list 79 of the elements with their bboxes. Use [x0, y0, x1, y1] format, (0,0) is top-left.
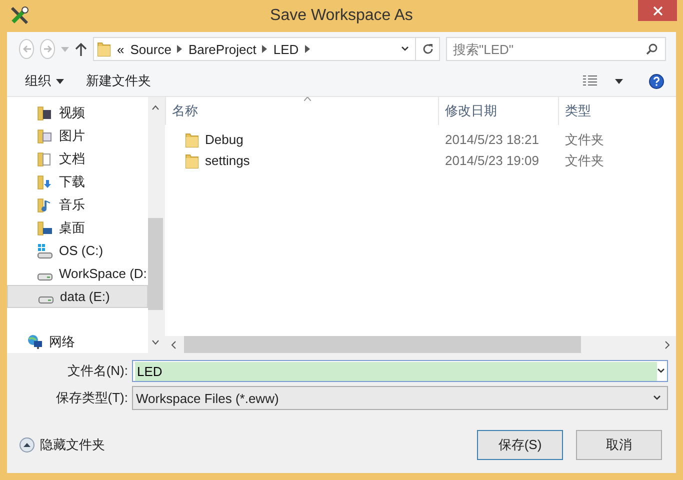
hide-folders-button[interactable]: 隐藏文件夹 [19, 436, 105, 454]
file-type-dropdown[interactable]: Workspace Files (*.eww) [132, 386, 668, 410]
picture-folder-icon [37, 128, 53, 144]
network-icon [27, 334, 43, 350]
breadcrumb-item[interactable]: Source [130, 42, 172, 56]
file-type: 文件夹 [564, 130, 605, 148]
file-name-label: 文件名(N): [66, 362, 129, 380]
drive-icon [38, 296, 54, 304]
up-button[interactable] [75, 42, 87, 56]
sidebar-item[interactable]: 音乐 [7, 193, 148, 216]
organize-menu[interactable]: 组织 [25, 72, 64, 90]
caret-icon [61, 46, 69, 52]
folder-icon [97, 41, 111, 57]
sidebar-item[interactable]: 文档 [7, 147, 148, 170]
forward-arrow-icon [42, 44, 52, 54]
help-button[interactable] [649, 74, 664, 88]
breadcrumb-item[interactable]: BareProject [188, 42, 256, 56]
search-field[interactable]: 搜索"LED" [446, 37, 666, 61]
video-folder-icon [37, 104, 53, 120]
scrollbar-thumb[interactable] [184, 336, 581, 353]
overflow-marker[interactable]: « [117, 42, 124, 56]
window-title: Save Workspace As [269, 7, 414, 25]
windows-drive-icon [37, 242, 53, 258]
scroll-right-icon [665, 340, 670, 348]
scroll-left-icon [171, 340, 176, 348]
sidebar-item[interactable]: WorkSpace (D: [7, 262, 148, 285]
chevron-right-icon [304, 45, 310, 53]
scroll-down-icon [152, 340, 159, 345]
desktop-folder-icon [37, 220, 53, 236]
caret-icon [615, 78, 623, 84]
refresh-button[interactable] [416, 37, 440, 61]
folder-icon [185, 152, 199, 168]
sidebar-item[interactable]: 网络 [7, 330, 148, 353]
dropdown-icon [653, 395, 661, 401]
collapse-icon [19, 437, 35, 453]
view-menu[interactable] [583, 75, 623, 87]
column-header[interactable]: 修改日期 [438, 97, 558, 125]
dialog-button[interactable]: 保存(S) [477, 430, 563, 460]
dropdown-icon [657, 368, 665, 374]
scrollbar-thumb[interactable] [148, 218, 163, 310]
modified-date: 2014/5/23 18:21 [444, 132, 540, 147]
file-name-field[interactable]: LED [132, 360, 668, 382]
sidebar-item[interactable]: 下载 [7, 170, 148, 193]
search-icon [646, 43, 658, 55]
chevron-right-icon [177, 45, 182, 53]
column-header[interactable]: 类型 [558, 97, 676, 125]
sidebar-item[interactable]: 桌面 [7, 216, 148, 239]
file-name[interactable]: Debug [205, 132, 244, 147]
caret-icon [56, 78, 64, 84]
file-type: 文件夹 [564, 152, 605, 170]
scroll-up-icon [152, 105, 159, 110]
document-folder-icon [37, 150, 53, 166]
sidebar-item[interactable]: OS (C:) [7, 239, 148, 262]
download-folder-icon [37, 174, 53, 190]
chevron-right-icon [262, 45, 268, 53]
help-icon [649, 74, 664, 88]
tools-icon [9, 5, 31, 27]
up-arrow-icon [75, 42, 87, 56]
close-button[interactable] [638, 0, 677, 21]
sort-caret-icon [304, 97, 311, 101]
back-arrow-icon [22, 44, 32, 54]
list-view-icon [583, 75, 597, 87]
music-folder-icon [37, 196, 53, 212]
sidebar-item[interactable]: 视频 [7, 101, 148, 124]
dialog-button[interactable]: 取消 [576, 430, 662, 460]
refresh-icon [422, 43, 434, 55]
breadcrumb-item[interactable]: LED [273, 42, 299, 56]
drive-icon [37, 272, 53, 280]
column-header[interactable]: 名称 [165, 97, 438, 125]
close-icon [652, 6, 662, 16]
dropdown-icon [401, 46, 409, 52]
sidebar-item[interactable]: data (E:) [7, 285, 148, 308]
file-type-label: 保存类型(T): [54, 389, 129, 407]
folder-icon [185, 132, 199, 148]
address-bar[interactable]: « Source BareProject LED [93, 37, 416, 61]
modified-date: 2014/5/23 19:09 [444, 153, 540, 168]
new-folder-button[interactable]: 新建文件夹 [86, 72, 151, 90]
file-name[interactable]: settings [205, 153, 250, 168]
sidebar-item[interactable]: 图片 [7, 124, 148, 147]
